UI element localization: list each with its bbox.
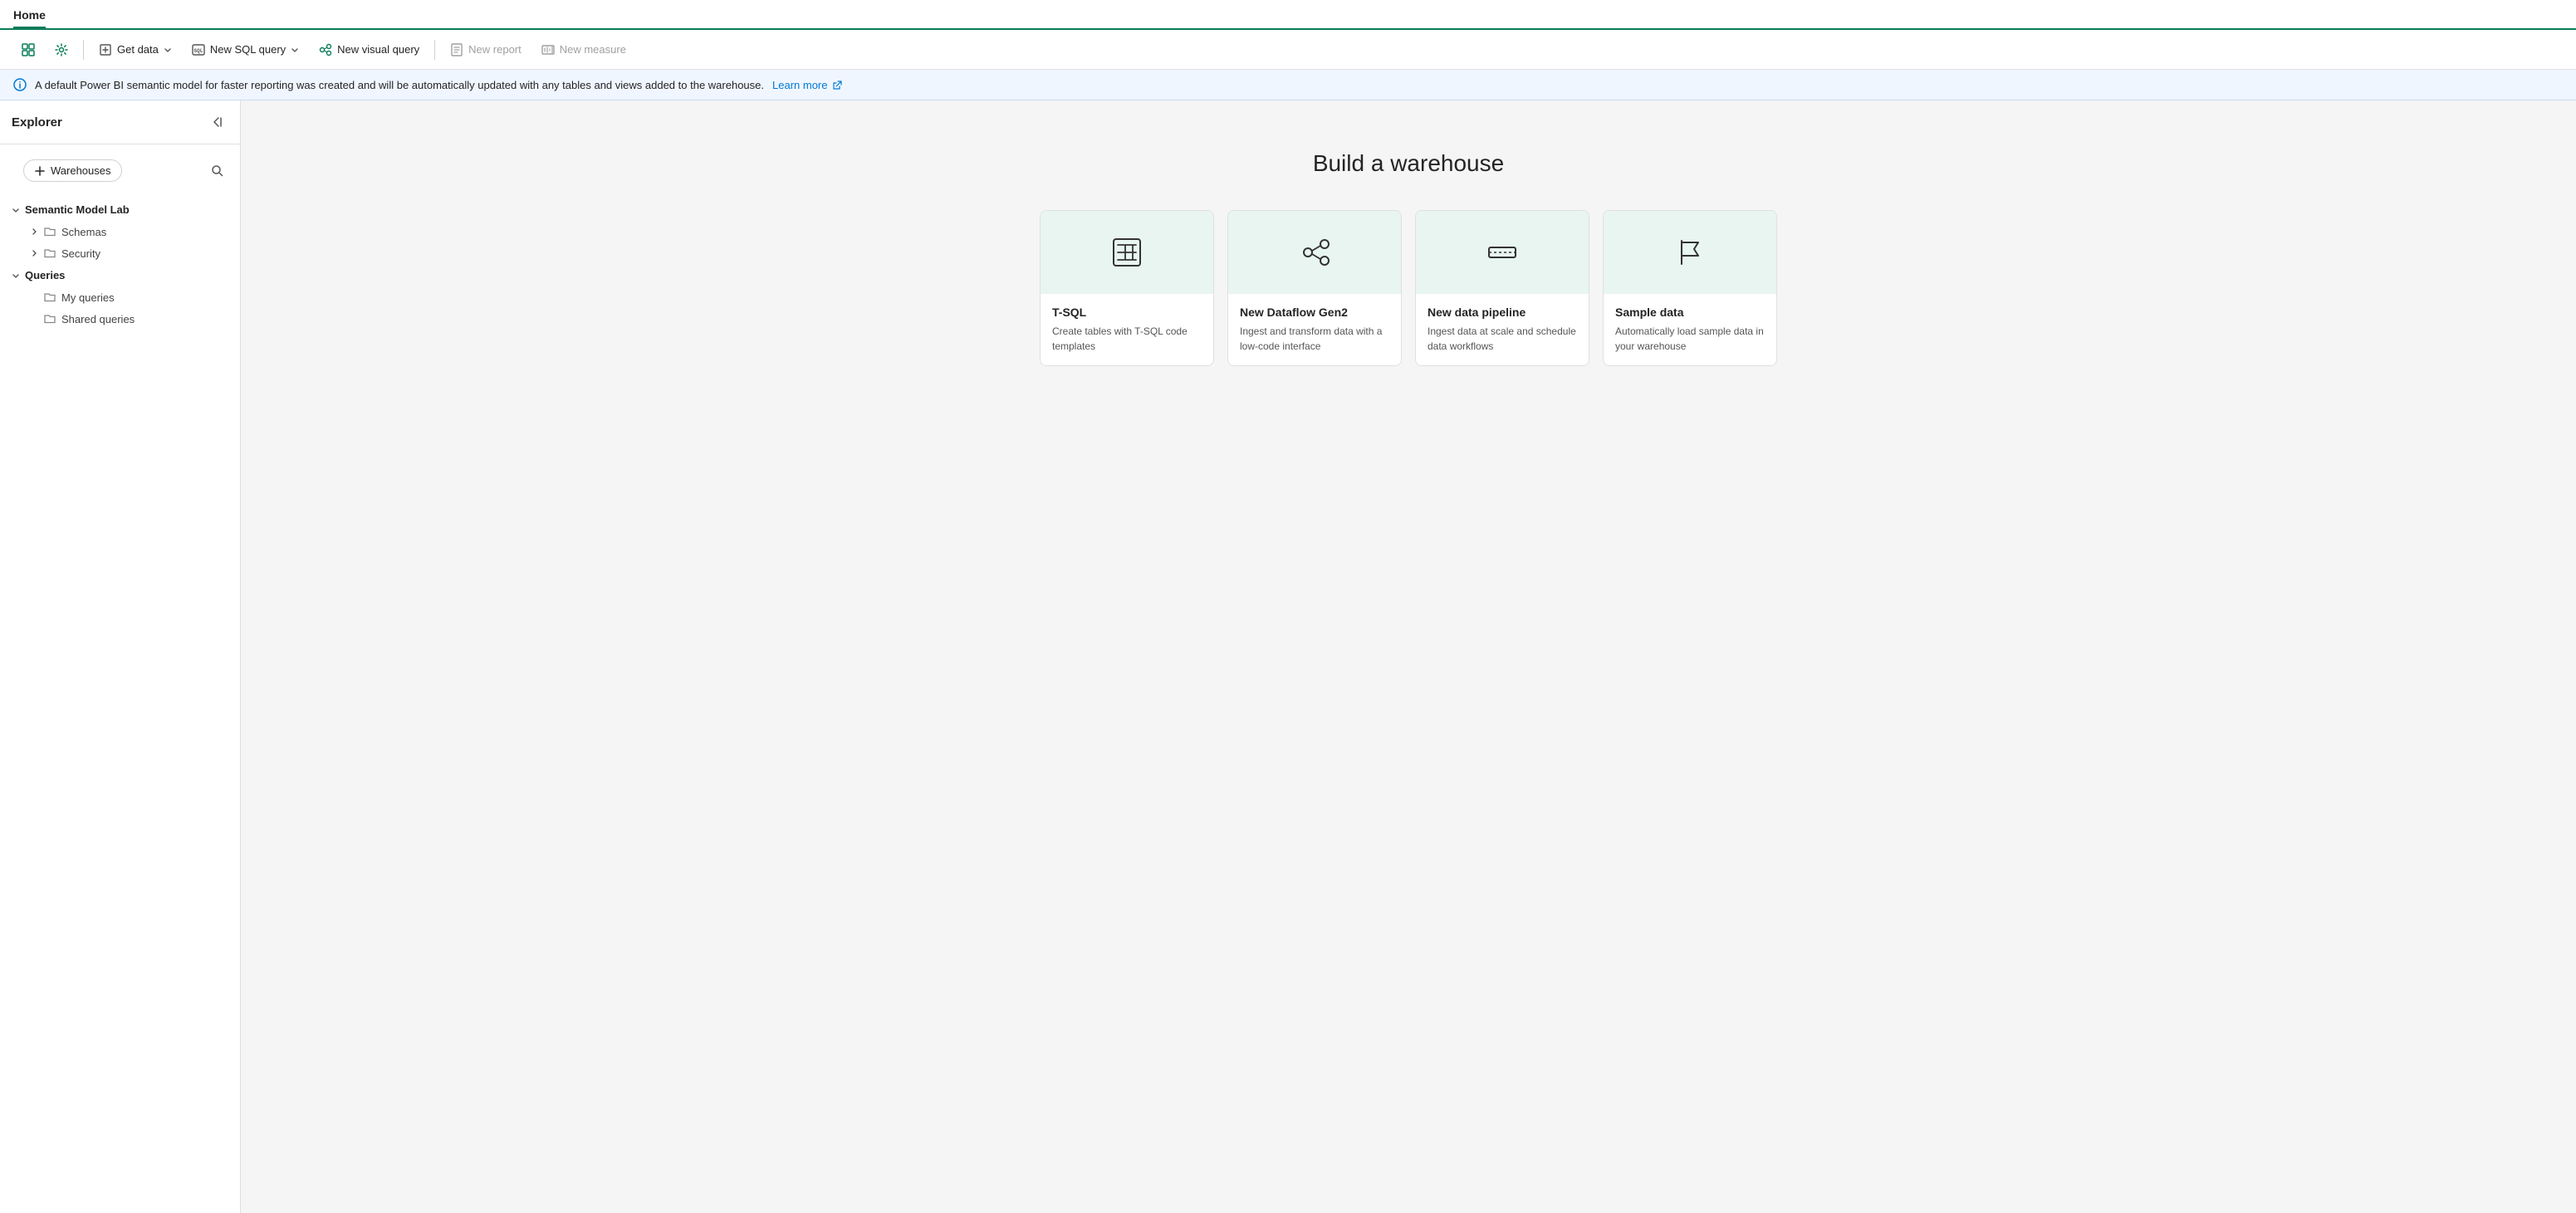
svg-text:SQL: SQL: [193, 48, 203, 54]
dataflow-card-desc: Ingest and transform data with a low-cod…: [1240, 324, 1389, 354]
build-title: Build a warehouse: [1313, 150, 1504, 177]
security-item[interactable]: Security: [0, 242, 240, 264]
tsql-card-body: T-SQL Create tables with T-SQL code temp…: [1041, 294, 1213, 365]
warehouses-label: Warehouses: [51, 164, 111, 177]
sample-data-card-desc: Automatically load sample data in your w…: [1615, 324, 1765, 354]
learn-more-link[interactable]: Learn more: [772, 79, 842, 91]
main-content: Build a warehouse T-SQL Create tables wi…: [241, 100, 2576, 1213]
queries-label: Queries: [25, 269, 65, 281]
new-sql-query-label: New SQL query: [210, 43, 286, 56]
pipeline-card-icon-area: [1416, 211, 1589, 294]
tsql-icon: [1110, 236, 1144, 269]
flag-icon: [1673, 236, 1707, 269]
new-visual-query-label: New visual query: [337, 43, 419, 56]
sample-data-card-title: Sample data: [1615, 306, 1765, 319]
shared-queries-item[interactable]: Shared queries: [0, 308, 240, 330]
sidebar-header: Explorer: [0, 100, 240, 144]
pipeline-card[interactable]: New data pipeline Ingest data at scale a…: [1415, 210, 1589, 366]
sql-icon: SQL: [192, 43, 205, 56]
sidebar-content: Semantic Model Lab Schemas: [0, 193, 240, 1213]
sample-data-card-icon-area: [1604, 211, 1776, 294]
my-queries-item[interactable]: My queries: [0, 286, 240, 308]
chevron-down-icon: [12, 206, 20, 214]
pipeline-card-body: New data pipeline Ingest data at scale a…: [1416, 294, 1589, 365]
cards-row: T-SQL Create tables with T-SQL code temp…: [1010, 210, 1807, 366]
schemas-item[interactable]: Schemas: [0, 221, 240, 242]
folder-icon: [43, 247, 56, 260]
get-data-chevron-icon: [164, 46, 172, 54]
tsql-card-icon-area: [1041, 211, 1213, 294]
new-measure-label: New measure: [560, 43, 626, 56]
visual-query-icon: [319, 43, 332, 56]
tsql-card-title: T-SQL: [1052, 306, 1202, 319]
toolbar: Get data SQL New SQL query New visual qu…: [0, 30, 2576, 70]
warehouses-button[interactable]: Warehouses: [23, 159, 122, 182]
main-layout: Explorer Warehouses: [0, 100, 2576, 1213]
tsql-card[interactable]: T-SQL Create tables with T-SQL code temp…: [1040, 210, 1214, 366]
tree-section-semantic-model: Semantic Model Lab Schemas: [0, 198, 240, 264]
search-button[interactable]: [205, 159, 228, 183]
folder-icon: [43, 291, 56, 304]
chevron-right-icon: [30, 227, 38, 236]
get-data-label: Get data: [117, 43, 159, 56]
new-visual-query-button[interactable]: New visual query: [311, 38, 428, 61]
security-label: Security: [61, 247, 100, 260]
queries-header[interactable]: Queries: [0, 264, 240, 286]
new-report-button[interactable]: New report: [442, 38, 530, 61]
info-banner-text: A default Power BI semantic model for fa…: [35, 79, 764, 91]
collapse-icon: [211, 116, 223, 128]
page-title-bar: Home: [0, 0, 2576, 30]
get-data-icon: [99, 43, 112, 56]
external-link-icon: [832, 81, 842, 90]
dataflow-card-icon-area: [1228, 211, 1401, 294]
schemas-label: Schemas: [61, 226, 106, 238]
measure-icon: [541, 43, 555, 56]
toolbar-divider-2: [434, 40, 435, 60]
get-data-button[interactable]: Get data: [91, 38, 180, 61]
my-queries-label: My queries: [61, 291, 115, 304]
new-item-button[interactable]: [13, 38, 43, 61]
new-measure-button[interactable]: New measure: [533, 38, 634, 61]
semantic-model-lab-header[interactable]: Semantic Model Lab: [0, 198, 240, 221]
plus-icon: [34, 165, 46, 177]
sample-data-card-body: Sample data Automatically load sample da…: [1604, 294, 1776, 365]
sidebar: Explorer Warehouses: [0, 100, 241, 1213]
new-report-label: New report: [468, 43, 522, 56]
sidebar-header-icons: [205, 110, 228, 134]
shared-queries-label: Shared queries: [61, 313, 135, 325]
sql-chevron-icon: [291, 46, 299, 54]
folder-icon: [43, 225, 56, 238]
sidebar-title: Explorer: [12, 115, 62, 130]
search-icon: [211, 164, 223, 177]
tsql-card-desc: Create tables with T-SQL code templates: [1052, 324, 1202, 354]
folder-icon: [43, 312, 56, 325]
chevron-right-icon: [30, 249, 38, 257]
pipeline-card-title: New data pipeline: [1428, 306, 1577, 319]
gear-icon: [55, 43, 68, 56]
info-banner: A default Power BI semantic model for fa…: [0, 70, 2576, 100]
dataflow-card-title: New Dataflow Gen2: [1240, 306, 1389, 319]
dataflow-card[interactable]: New Dataflow Gen2 Ingest and transform d…: [1227, 210, 1402, 366]
new-item-icon: [22, 43, 35, 56]
pipeline-card-desc: Ingest data at scale and schedule data w…: [1428, 324, 1577, 354]
dataflow-card-body: New Dataflow Gen2 Ingest and transform d…: [1228, 294, 1401, 365]
pipeline-icon: [1486, 236, 1519, 269]
sample-data-card[interactable]: Sample data Automatically load sample da…: [1603, 210, 1777, 366]
semantic-model-lab-label: Semantic Model Lab: [25, 203, 130, 216]
chevron-down-icon: [12, 271, 20, 280]
toolbar-divider-1: [83, 40, 84, 60]
page-title: Home: [13, 8, 46, 28]
info-icon: [13, 78, 27, 91]
collapse-sidebar-button[interactable]: [205, 110, 228, 134]
report-icon: [450, 43, 463, 56]
dataflow-icon: [1298, 236, 1331, 269]
tree-section-queries: Queries My queries Shared queries: [0, 264, 240, 330]
new-sql-query-button[interactable]: SQL New SQL query: [184, 38, 307, 61]
settings-button[interactable]: [47, 38, 76, 61]
